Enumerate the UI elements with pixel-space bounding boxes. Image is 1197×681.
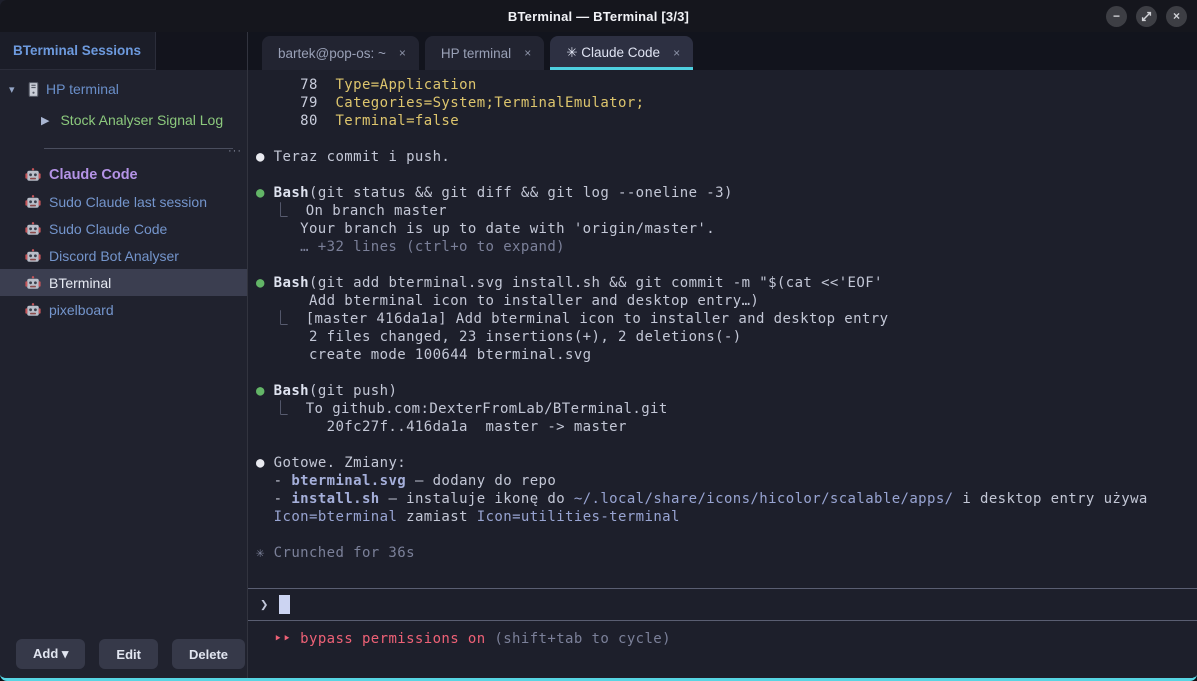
terminal-viewport[interactable]: 78 Type=Application 79 Categories=System… [248,70,1197,678]
sidebar-header-strip: BTerminal Sessions [0,32,247,70]
session-item-bterminal[interactable]: BTerminal [0,269,247,296]
status-line: ‣‣ bypass permissions on (shift+tab to c… [256,621,1197,639]
robot-icon [25,167,41,183]
tab-label: HP terminal [441,46,511,61]
terminal-line [256,526,1197,544]
delete-button[interactable]: Delete [172,639,245,669]
prompt-chevron-icon: ❯ [260,597,269,613]
terminal-line: Your branch is up to date with 'origin/m… [256,220,1197,238]
sidebar-divider: ··· [44,148,233,149]
terminal-line: ⎿ To github.com:DexterFromLab/BTerminal.… [256,400,1197,418]
computer-tower-icon [28,82,39,97]
session-label: Sudo Claude Code [49,221,167,237]
divider-ellipsis: ··· [228,145,242,157]
session-item-sudo-claude-code[interactable]: Sudo Claude Code [0,215,247,242]
tab-hp-terminal[interactable]: HP terminal × [425,36,544,70]
tree-item-stock-analyser-signal-log[interactable]: ▶ Stock Analyser Signal Log [0,107,247,133]
terminal-line: 78 Type=Application [256,76,1197,94]
session-label: Discord Bot Analyser [49,248,179,264]
window-body: BTerminal Sessions ▾ HP terminal ▶ Stock… [0,32,1197,678]
terminal-output: 78 Type=Application 79 Categories=System… [256,76,1197,562]
terminal-line: 79 Categories=System;TerminalEmulator; [256,94,1197,112]
tree-item-hp-terminal[interactable]: ▾ HP terminal [0,76,247,102]
robot-icon [25,248,41,264]
terminal-line: ● Bash(git add bterminal.svg install.sh … [256,274,1197,292]
robot-icon [25,194,41,210]
tree-item-label: HP terminal [46,81,119,97]
terminal-line: 80 Terminal=false [256,112,1197,130]
session-label: Claude Code [49,167,138,183]
title-bar: BTerminal — BTerminal [3/3] − × [0,0,1197,32]
terminal-line: 2 files changed, 23 insertions(+), 2 del… [256,328,1197,346]
terminal-line [256,256,1197,274]
robot-icon [25,302,41,318]
terminal-line: - install.sh — instaluje ikonę do ~/.loc… [256,490,1197,508]
minimize-button[interactable]: − [1106,6,1127,27]
terminal-line: … +32 lines (ctrl+o to expand) [256,238,1197,256]
terminal-line: 20fc27f..416da1a master -> master [256,418,1197,436]
session-item-claude-code[interactable]: Claude Code [0,161,247,188]
chevron-down-icon[interactable]: ▾ [9,83,21,96]
terminal-line [256,166,1197,184]
session-label: Sudo Claude last session [49,194,207,210]
tab-close-icon[interactable]: × [673,46,680,60]
terminal-line: ✳ Crunched for 36s [256,544,1197,562]
session-list: Claude Code Sudo Claude last session Sud… [0,161,247,323]
session-item-pixelboard[interactable]: pixelboard [0,296,247,323]
terminal-line: ● Bash(git status && git diff && git log… [256,184,1197,202]
add-button[interactable]: Add ▾ [16,639,85,669]
prompt-input[interactable]: ❯ [248,588,1197,621]
tab-claude-code[interactable]: ✳ Claude Code × [550,36,693,70]
session-label: BTerminal [49,275,111,291]
sessions-sidebar: BTerminal Sessions ▾ HP terminal ▶ Stock… [0,32,248,678]
tab-close-icon[interactable]: × [399,46,406,60]
terminal-line: Icon=bterminal zamiast Icon=utilities-te… [256,508,1197,526]
terminal-line: - bterminal.svg — dodany do repo [256,472,1197,490]
terminal-line: Add bterminal icon to installer and desk… [256,292,1197,310]
tab-bar: bartek@pop-os: ~×HP terminal×✳ Claude Co… [248,32,1197,70]
tab-bartek-pop-os[interactable]: bartek@pop-os: ~ × [262,36,419,70]
tab-label: ✳ Claude Code [566,45,660,61]
terminal-line [256,364,1197,382]
maximize-button[interactable] [1136,6,1157,27]
tree-child-label: Stock Analyser Signal Log [60,112,223,128]
terminal-line: ● Bash(git push) [256,382,1197,400]
robot-icon [25,275,41,291]
sidebar-buttons: Add ▾ Edit Delete [0,636,247,678]
close-button[interactable]: × [1166,6,1187,27]
terminal-line: ⎿ [master 416da1a] Add bterminal icon to… [256,310,1197,328]
app-window: BTerminal — BTerminal [3/3] − × BTermina… [0,0,1197,681]
session-item-sudo-claude-last-session[interactable]: Sudo Claude last session [0,188,247,215]
sidebar-title: BTerminal Sessions [0,32,156,70]
tab-label: bartek@pop-os: ~ [278,46,386,61]
session-item-discord-bot-analyser[interactable]: Discord Bot Analyser [0,242,247,269]
tab-close-icon[interactable]: × [524,46,531,60]
window-title: BTerminal — BTerminal [3/3] [0,9,1197,24]
sidebar-content: ▾ HP terminal ▶ Stock Analyser Signal Lo… [0,70,247,636]
terminal-line: ● Gotowe. Zmiany: [256,454,1197,472]
session-label: pixelboard [49,302,114,318]
text-cursor [279,595,290,614]
terminal-line: ● Teraz commit i push. [256,148,1197,166]
window-controls: − × [1106,6,1197,27]
maximize-icon [1141,11,1152,22]
main-area: bartek@pop-os: ~×HP terminal×✳ Claude Co… [248,32,1197,678]
terminal-line [256,436,1197,454]
play-icon[interactable]: ▶ [41,114,49,127]
robot-icon [25,221,41,237]
terminal-line [256,130,1197,148]
edit-button[interactable]: Edit [99,639,158,669]
terminal-line: ⎿ On branch master [256,202,1197,220]
terminal-line: create mode 100644 bterminal.svg [256,346,1197,364]
